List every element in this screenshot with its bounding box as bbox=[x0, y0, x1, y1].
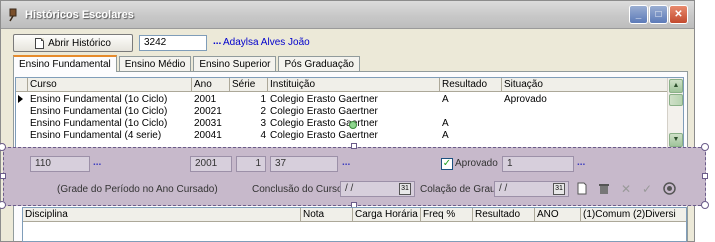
cell-ano: 20021 bbox=[194, 106, 222, 117]
resize-handle-icon[interactable] bbox=[701, 201, 709, 209]
cell-situacao bbox=[502, 130, 668, 142]
col-resultado[interactable]: Resultado bbox=[440, 78, 502, 92]
edit-panel: 110 ... 2001 1 37 ... ✓ Aprovado 1 ... (… bbox=[3, 147, 706, 206]
situacao-lookup-button[interactable]: ... bbox=[577, 157, 585, 168]
col-ano[interactable]: Ano bbox=[192, 78, 230, 92]
cell-situacao bbox=[502, 106, 668, 118]
table-row[interactable]: Ensino Fundamental (1o Ciclo) 20031 3 Co… bbox=[16, 118, 668, 130]
grid2-header: Disciplina Nota Carga Horária Freq % Res… bbox=[23, 208, 686, 222]
cell-instituicao: Colegio Erasto Gaertner bbox=[270, 94, 378, 105]
cancel-icon[interactable]: ✕ bbox=[619, 182, 633, 196]
cell-curso: Ensino Fundamental (1o Ciclo) bbox=[30, 106, 168, 117]
colacao-label: Colação de Grau: bbox=[420, 184, 499, 195]
col-disciplina[interactable]: Disciplina bbox=[23, 208, 301, 222]
cell-ano: 20031 bbox=[194, 118, 222, 129]
cell-serie: 4 bbox=[260, 130, 266, 141]
document-icon bbox=[35, 37, 45, 49]
calendar-icon[interactable]: 31 bbox=[399, 183, 411, 195]
resize-handle-icon[interactable] bbox=[351, 143, 357, 149]
cell-resultado: A bbox=[442, 130, 449, 141]
cell-curso: Ensino Fundamental (4 serie) bbox=[30, 130, 162, 141]
col-tipo[interactable]: (1)Comum (2)Diversi bbox=[581, 208, 686, 222]
rotate-handle-icon[interactable] bbox=[349, 121, 357, 129]
grid-header: Curso Ano Série Instituição Resultado Si… bbox=[16, 78, 668, 92]
pin-icon bbox=[7, 8, 21, 22]
instituicao-lookup-button[interactable]: ... bbox=[342, 157, 350, 168]
col-serie[interactable]: Série bbox=[230, 78, 268, 92]
window-title: Históricos Escolares bbox=[25, 9, 134, 21]
col-ano-2[interactable]: ANO bbox=[535, 208, 581, 222]
cell-resultado bbox=[440, 106, 502, 118]
curso-lookup-button[interactable]: ... bbox=[93, 157, 101, 168]
scroll-up-icon[interactable]: ▲ bbox=[669, 79, 683, 93]
tab-pos-graduacao[interactable]: Pós Graduação bbox=[278, 56, 360, 72]
student-lookup-button[interactable]: ... bbox=[213, 36, 221, 47]
cell-curso: Ensino Fundamental (1o Ciclo) bbox=[30, 118, 168, 129]
trash-icon[interactable] bbox=[597, 182, 611, 196]
close-circle-icon[interactable] bbox=[662, 182, 676, 196]
close-button[interactable]: ✕ bbox=[669, 5, 688, 24]
cell-resultado: A bbox=[442, 94, 449, 105]
student-name: Adaylsa Alves João bbox=[223, 37, 310, 48]
calendar-icon[interactable]: 31 bbox=[553, 183, 565, 195]
cursos-grid[interactable]: Curso Ano Série Instituição Resultado Si… bbox=[15, 77, 684, 149]
open-historico-button[interactable]: Abrir Histórico bbox=[13, 34, 133, 52]
grid-scrollbar[interactable]: ▲ ▼ bbox=[667, 78, 683, 148]
cell-instituicao: Colegio Erasto Gaertner bbox=[270, 106, 378, 117]
col-situacao[interactable]: Situação bbox=[502, 78, 668, 92]
col-carga-horaria[interactable]: Carga Horária bbox=[353, 208, 421, 222]
instituicao-code-field[interactable]: 37 bbox=[270, 156, 338, 172]
tab-bar: Ensino Fundamental Ensino Médio Ensino S… bbox=[13, 55, 362, 72]
cell-ano: 20041 bbox=[194, 130, 222, 141]
col-freq[interactable]: Freq % bbox=[421, 208, 473, 222]
disciplinas-grid[interactable]: Disciplina Nota Carga Horária Freq % Res… bbox=[22, 207, 687, 242]
scroll-thumb[interactable] bbox=[669, 94, 683, 106]
cell-serie: 2 bbox=[260, 106, 266, 117]
maximize-button[interactable]: □ bbox=[649, 5, 668, 24]
student-id-field[interactable]: 3242 bbox=[139, 35, 207, 51]
title-bar[interactable]: Históricos Escolares _ □ ✕ bbox=[1, 1, 694, 29]
grade-label: (Grade do Período no Ano Cursado) bbox=[57, 184, 218, 195]
aprovado-label: Aprovado bbox=[455, 158, 498, 169]
table-row[interactable]: Ensino Fundamental (1o Ciclo) 2001 1 Col… bbox=[16, 94, 668, 106]
cell-situacao bbox=[502, 118, 668, 130]
cell-instituicao: Colegio Erasto Gaertner bbox=[270, 130, 378, 141]
cell-serie: 3 bbox=[260, 118, 266, 129]
check-icon[interactable]: ✓ bbox=[640, 182, 654, 196]
situacao-code-field[interactable]: 1 bbox=[502, 156, 574, 172]
tab-ensino-superior[interactable]: Ensino Superior bbox=[193, 56, 277, 72]
open-historico-label: Abrir Histórico bbox=[48, 37, 111, 49]
col-instituicao[interactable]: Instituição bbox=[268, 78, 440, 92]
table-row[interactable]: Ensino Fundamental (4 serie) 20041 4 Col… bbox=[16, 130, 668, 142]
resize-handle-icon[interactable] bbox=[701, 143, 709, 151]
cell-ano: 2001 bbox=[194, 94, 217, 105]
aprovado-checkbox[interactable]: ✓ bbox=[441, 158, 453, 170]
resize-handle-icon[interactable] bbox=[702, 173, 708, 179]
indicator-header bbox=[16, 78, 28, 92]
minimize-button[interactable]: _ bbox=[629, 5, 648, 24]
tab-ensino-medio[interactable]: Ensino Médio bbox=[118, 56, 192, 72]
col-resultado-2[interactable]: Resultado bbox=[473, 208, 535, 222]
table-row[interactable]: Ensino Fundamental (1o Ciclo) 20021 2 Co… bbox=[16, 106, 668, 118]
current-row-icon bbox=[18, 95, 23, 103]
new-document-icon[interactable] bbox=[575, 182, 589, 196]
ano-field[interactable]: 2001 bbox=[190, 156, 232, 172]
tab-ensino-fundamental[interactable]: Ensino Fundamental bbox=[13, 55, 117, 72]
scroll-down-icon[interactable]: ▼ bbox=[669, 133, 683, 147]
cell-situacao: Aprovado bbox=[504, 94, 547, 105]
col-curso[interactable]: Curso bbox=[28, 78, 192, 92]
cell-curso: Ensino Fundamental (1o Ciclo) bbox=[30, 94, 168, 105]
cell-serie: 1 bbox=[260, 94, 266, 105]
serie-field[interactable]: 1 bbox=[236, 156, 266, 172]
col-nota[interactable]: Nota bbox=[301, 208, 353, 222]
curso-code-field[interactable]: 110 bbox=[30, 156, 90, 172]
conclusao-label: Conclusão do Curso: bbox=[252, 184, 346, 195]
resize-handle-icon[interactable] bbox=[0, 173, 6, 179]
cell-resultado: A bbox=[442, 118, 449, 129]
